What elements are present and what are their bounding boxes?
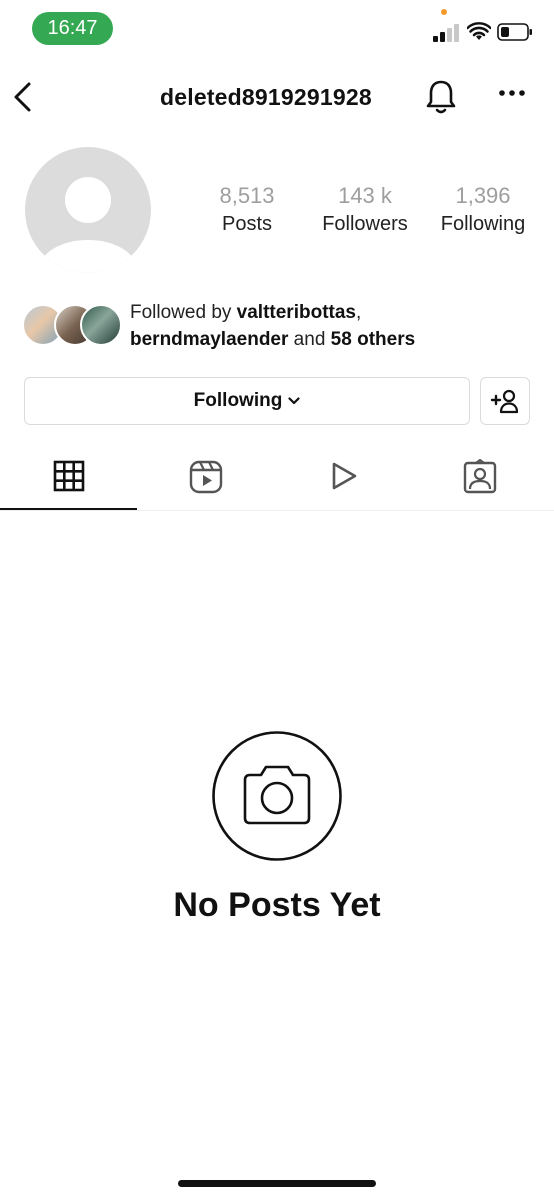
mutual-follower-avatar[interactable] <box>80 304 122 346</box>
stat-followers[interactable]: 143 k Followers <box>305 182 425 238</box>
tab-videos[interactable] <box>274 455 411 509</box>
tab-tagged[interactable] <box>411 455 548 509</box>
back-arrow-icon[interactable] <box>10 80 36 114</box>
camera-icon <box>212 731 342 861</box>
tab-divider <box>0 510 554 511</box>
add-user-button[interactable] <box>480 377 530 425</box>
video-play-icon <box>332 462 356 490</box>
posts-count: 8,513 <box>219 183 275 208</box>
followers-label: Followers <box>322 213 408 235</box>
mutual-user-1: valtteribottas <box>236 302 356 323</box>
mutual-user-2: berndmaylaender <box>130 329 289 350</box>
following-count: 1,396 <box>455 183 511 208</box>
following-button-label: Following <box>193 390 283 411</box>
add-user-icon <box>490 389 519 414</box>
tab-reels[interactable] <box>137 455 274 509</box>
battery-icon <box>497 23 532 41</box>
wifi-icon <box>467 22 491 40</box>
profile-username: deleted8919291928 <box>160 84 372 110</box>
home-indicator[interactable] <box>178 1180 376 1187</box>
stat-following[interactable]: 1,396 Following <box>423 182 543 238</box>
notification-bell-icon[interactable] <box>424 78 458 116</box>
followers-count: 143 k <box>338 183 392 208</box>
followed-by-separator: , <box>355 302 362 323</box>
posts-label: Posts <box>221 213 273 235</box>
profile-avatar[interactable] <box>24 146 152 274</box>
followed-by-connector: and <box>288 329 331 350</box>
cellular-signal-icon <box>433 24 459 42</box>
grid-icon <box>53 460 84 492</box>
following-label: Following <box>440 213 526 235</box>
empty-state-title: No Posts Yet <box>173 886 381 924</box>
chevron-down-icon <box>288 397 300 405</box>
reels-icon <box>189 460 222 494</box>
tagged-icon <box>463 459 496 494</box>
following-button[interactable]: Following <box>24 377 470 425</box>
tab-posts-grid[interactable] <box>0 455 137 509</box>
stat-posts[interactable]: 8,513 Posts <box>187 182 307 238</box>
followed-by-prefix: Followed by <box>130 302 237 323</box>
followed-by-text[interactable]: Followed by valtteribottas, berndmaylaend… <box>130 299 530 353</box>
mutual-others-count: 58 others <box>330 329 416 350</box>
privacy-indicator-dot <box>441 9 447 15</box>
more-options-icon[interactable] <box>498 88 526 98</box>
status-time: 16:47 <box>32 12 113 45</box>
